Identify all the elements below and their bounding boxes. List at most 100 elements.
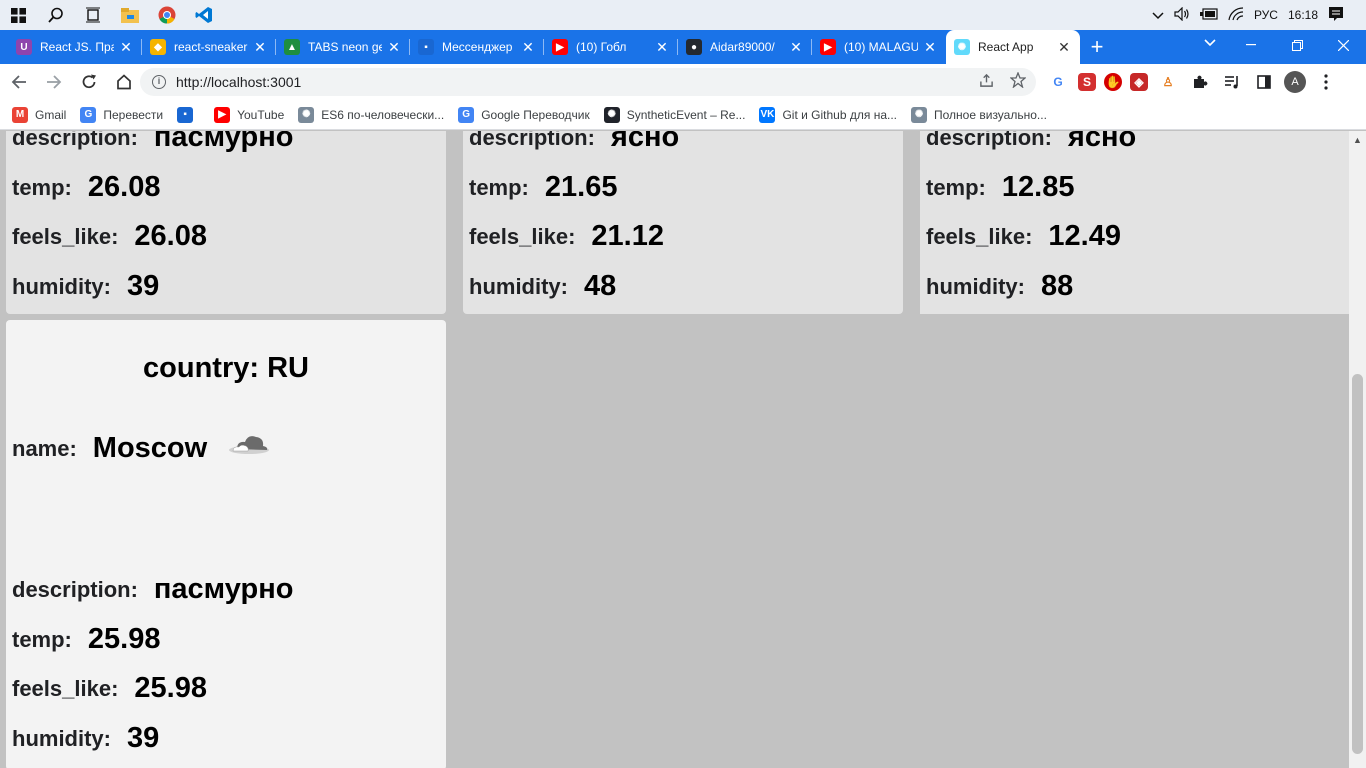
tab-close-icon[interactable]: ✕ [386,39,402,56]
browser-tab[interactable]: ▲ TABS neon ge ✕ [276,30,410,64]
volume-icon[interactable] [1174,6,1190,24]
tab-favicon-icon: ▲ [284,39,300,55]
file-explorer-icon[interactable] [111,0,148,30]
forward-button[interactable] [38,66,70,98]
media-control-icon[interactable] [1220,70,1244,94]
tab-close-icon[interactable]: ✕ [118,39,134,56]
wifi-icon[interactable] [1228,6,1244,24]
new-tab-button[interactable]: + [1080,30,1114,64]
vscode-icon[interactable] [185,0,222,30]
tab-close-icon[interactable]: ✕ [922,39,938,56]
bookmark-label: Google Переводчик [481,107,590,122]
description-value: пасмурно [153,131,294,153]
language-indicator[interactable]: РУС [1254,8,1278,22]
bookmark-item[interactable]: ✺ SyntheticEvent – Re... [603,106,746,123]
address-bar[interactable]: i http://localhost:3001 [140,68,1036,96]
description-value: пасмурно [153,573,294,605]
humidity-label: humidity: [12,725,111,751]
bookmark-label: Полное визуально... [934,107,1047,122]
close-window-button[interactable] [1320,30,1366,60]
tab-title: (10) Гобл [576,40,627,54]
bookmark-favicon-icon: G [80,106,97,123]
reload-button[interactable] [73,66,105,98]
humidity-label: humidity: [469,273,568,299]
tab-title: react-sneaker [174,40,248,54]
feels-like-value: 21.12 [591,220,664,252]
tab-close-icon[interactable]: ✕ [788,39,804,56]
browser-tab[interactable]: ✺ React App ✕ [946,30,1080,64]
battery-icon[interactable] [1199,7,1218,23]
chrome-icon[interactable] [148,0,185,30]
bookmark-item[interactable]: VK Git и Github для на... [759,106,897,123]
bookmark-label: YouTube [237,107,285,122]
share-icon[interactable] [979,73,994,92]
restore-button[interactable] [1274,30,1320,60]
windows-taskbar: РУС 16:18 [0,0,1366,30]
adblock-extension-icon[interactable]: ✋ [1104,73,1122,91]
google-translate-extension-icon[interactable]: G [1046,70,1070,94]
browser-tab[interactable]: ▪ Мессенджер ✕ [410,30,544,64]
tab-close-icon[interactable]: ✕ [520,39,536,56]
bookmark-label: SyntheticEvent – Re... [626,107,746,122]
chrome-menu-icon[interactable] [1314,70,1338,94]
scrollbar-thumb[interactable] [1352,374,1363,754]
browser-tab[interactable]: ● Aidar89000/ ✕ [678,30,812,64]
s-extension-icon[interactable]: S [1078,73,1096,91]
feels-like-label: feels_like: [469,223,576,249]
task-view-icon[interactable] [74,0,111,30]
temp-label: temp: [926,174,986,200]
colorzilla-extension-icon[interactable]: ◈ [1130,73,1148,91]
bookmark-favicon-icon: ✺ [603,106,620,123]
tab-close-icon[interactable]: ✕ [252,39,268,56]
tab-search-chevron-icon[interactable] [1204,35,1216,50]
browser-tab[interactable]: ▶ (10) MALAGU ✕ [812,30,946,64]
temp-label: temp: [469,174,529,200]
page-viewport: description: пасмурно temp: 26.08 feels_li… [0,131,1349,768]
tab-title: TABS neon ge [308,40,382,54]
extensions-puzzle-icon[interactable] [1188,70,1212,94]
tab-title: React App [978,40,1034,54]
temp-label: temp: [12,174,72,200]
browser-tab[interactable]: U React JS. Пра ✕ [8,30,142,64]
notifications-icon[interactable] [1328,6,1344,25]
bookmark-item[interactable]: ✺ ES6 по-человечески... [298,106,445,123]
bookmark-item[interactable]: ✺ Полное визуально... [911,106,1047,123]
minimize-button[interactable] [1228,30,1274,60]
temp-value: 21.65 [544,171,618,203]
windows-start-icon[interactable] [0,0,37,30]
tab-title: Aidar89000/ [710,40,775,54]
page-scrollbar[interactable]: ▲ [1349,131,1366,768]
tab-favicon-icon: ▶ [820,39,836,55]
tray-chevron-icon[interactable] [1152,8,1164,23]
bookmark-label: ES6 по-человечески... [321,107,445,122]
bookmark-item[interactable]: ▶ YouTube [214,106,285,123]
browser-tab[interactable]: ▶ (10) Гобл ✕ [544,30,678,64]
tab-close-icon[interactable]: ✕ [1056,39,1072,56]
bookmark-star-icon[interactable] [1009,71,1027,92]
temp-value: 25.98 [87,623,161,655]
humidity-label: humidity: [12,273,111,299]
site-info-icon[interactable]: i [152,75,166,89]
bookmark-favicon-icon: ✺ [911,106,928,123]
bookmark-item[interactable]: G Перевести [80,106,163,123]
description-label: description: [926,131,1052,150]
bookmark-favicon-icon: M [12,106,28,123]
back-button[interactable] [3,66,35,98]
bookmark-item[interactable]: G Google Переводчик [458,106,590,123]
clock[interactable]: 16:18 [1288,8,1318,22]
profile-avatar[interactable]: A [1284,71,1306,93]
figure-extension-icon[interactable]: ♙ [1156,70,1180,94]
browser-tab[interactable]: ◆ react-sneaker ✕ [142,30,276,64]
bookmark-item[interactable]: M Gmail [12,106,66,123]
feels-like-label: feels_like: [12,675,119,701]
search-icon[interactable] [37,0,74,30]
humidity-label: humidity: [926,273,1025,299]
side-panel-icon[interactable] [1252,70,1276,94]
scroll-up-icon[interactable]: ▲ [1353,135,1362,145]
humidity-value: 39 [127,270,160,302]
cloud-icon [227,432,271,465]
home-button[interactable] [108,66,140,98]
url-text[interactable]: http://localhost:3001 [176,74,301,90]
tab-close-icon[interactable]: ✕ [654,39,670,56]
bookmark-item[interactable]: ▪ [177,106,200,123]
